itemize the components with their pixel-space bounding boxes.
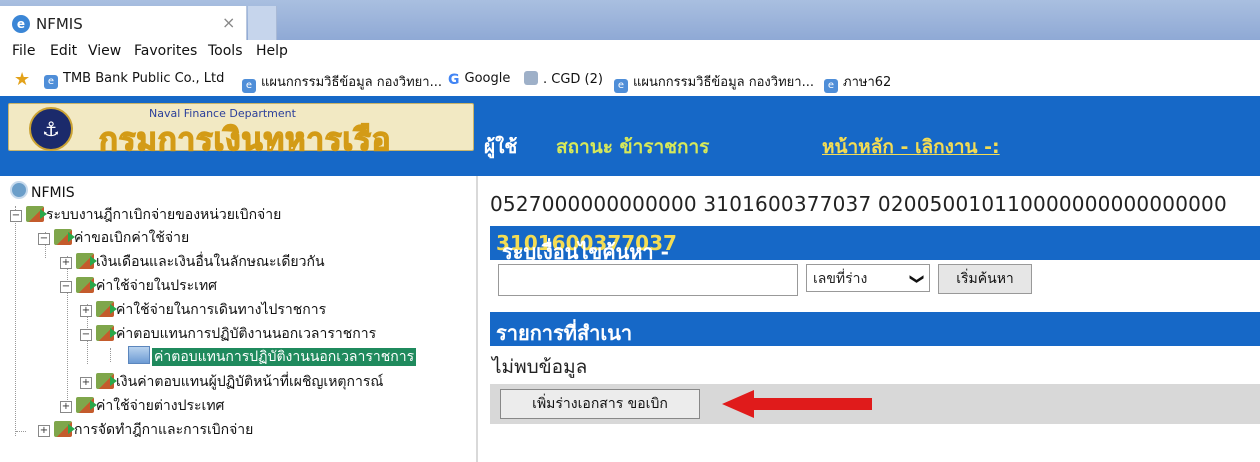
logo-title: กรมการเงินทหารเรือ [98, 121, 392, 159]
favorite-link[interactable]: e แผนกกรรมวิธีข้อมูล กองวิทยา... [242, 71, 442, 93]
expand-icon[interactable]: + [60, 257, 72, 269]
tree-node[interactable]: − ค่าตอบแทนการปฏิบัติงานนอกเวลาราชการ [80, 323, 376, 345]
collapse-icon[interactable]: − [80, 329, 92, 341]
document-id: 0527000000000000 3101600377037 020050010… [490, 192, 1227, 216]
tree-node[interactable]: − ระบบงานฎีกาเบิกจ่ายของหน่วยเบิกจ่าย [10, 204, 281, 226]
browser-title-bar: e NFMIS × [0, 0, 1260, 40]
navigation-tree: NFMIS − ระบบงานฎีกาเบิกจ่ายของหน่วยเบิกจ่… [0, 176, 478, 462]
folder-node-icon [76, 253, 97, 269]
folder-node-icon [76, 397, 97, 413]
favorite-link[interactable]: G Google [448, 71, 510, 87]
favorites-bar: ★ e TMB Bank Public Co., Ltd e แผนกกรรมวิธ… [0, 64, 1260, 96]
add-draft-button[interactable]: เพิ่มร่างเอกสาร ขอเบิก [500, 389, 700, 419]
folder-node-icon [96, 325, 117, 341]
expand-icon[interactable]: + [38, 425, 50, 437]
close-tab-icon[interactable]: × [222, 13, 235, 32]
tree-node[interactable]: + เงินค่าตอบแทนผู้ปฏิบัติหน้าที่เผชิญเหตุ… [80, 371, 383, 393]
user-status: สถานะ ข้าราชการ [556, 136, 710, 158]
search-row: เลขที่ร่าง ❯ เริ่มค้นหา [490, 260, 1260, 300]
menu-edit[interactable]: Edit [50, 43, 77, 59]
folder-node-icon [26, 206, 47, 222]
favorite-link[interactable]: . CGD (2) [524, 71, 603, 87]
new-tab-button[interactable] [248, 6, 277, 40]
collapse-icon[interactable]: − [38, 233, 50, 245]
page-icon [128, 346, 150, 364]
tree-node[interactable]: + เงินเดือนและเงินอื่นในลักษณะเดียวกัน [60, 251, 325, 273]
folder-node-icon [96, 301, 117, 317]
navy-anchor-emblem-icon: ⚓ [29, 107, 73, 151]
list-title-bar: รายการที่สำเนา [490, 312, 1260, 346]
menu-tools[interactable]: Tools [208, 43, 243, 59]
red-arrow-annotation-icon [722, 390, 872, 418]
favorite-link[interactable]: e แผนกกรรมวิธีข้อมูล กองวิทยา... [614, 71, 814, 93]
tree-node[interactable]: − ค่าใช้จ่ายในประเทศ [60, 275, 217, 297]
start-search-button[interactable]: เริ่มค้นหา [938, 264, 1032, 294]
tree-leaf-selected[interactable]: ค่าตอบแทนการปฏิบัติงานนอกเวลาราชการ [128, 346, 417, 368]
search-title-bar: ระบุเงื่อนไขค้นหา -- รหัสผู้ทำรายการ 310… [490, 226, 1260, 296]
tree-node[interactable]: + ค่าใช้จ่ายในการเดินทางไปราชการ [80, 299, 326, 321]
favorite-link[interactable]: e TMB Bank Public Co., Ltd [44, 71, 224, 89]
tree-node[interactable]: − ค่าขอเบิกค่าใช้จ่าย [38, 227, 189, 249]
nfmis-globe-icon [10, 181, 28, 199]
folder-node-icon [76, 277, 97, 293]
menu-view[interactable]: View [88, 43, 121, 59]
folder-node-icon [54, 421, 75, 437]
folder-node-icon [96, 373, 117, 389]
ie-page-icon: e [614, 79, 628, 93]
no-data-text: ไม่พบข้อมูล [492, 356, 588, 378]
tree-node[interactable]: + การจัดทำฎีกาและการเบิกจ่าย [38, 419, 253, 441]
ie-page-icon: e [44, 75, 58, 89]
menu-file[interactable]: File [12, 43, 35, 59]
chevron-down-icon: ❯ [909, 273, 926, 285]
favorites-star-icon[interactable]: ★ [14, 70, 34, 90]
home-logout-link[interactable]: หน้าหลัก - เลิกงาน -: [822, 132, 1000, 162]
expand-icon[interactable]: + [60, 401, 72, 413]
user-label: ผู้ใช้ [484, 136, 518, 158]
tree-node[interactable]: + ค่าใช้จ่ายต่างประเทศ [60, 395, 224, 417]
action-row: เพิ่มร่างเอกสาร ขอเบิก [490, 384, 1260, 424]
image-icon [524, 71, 538, 85]
list-title: รายการที่สำเนา [496, 321, 633, 345]
ie-page-icon: e [824, 79, 838, 93]
collapse-icon[interactable]: − [10, 210, 22, 222]
favorite-link[interactable]: e ภาษา62 [824, 71, 891, 93]
expand-icon[interactable]: + [80, 377, 92, 389]
expand-icon[interactable]: + [80, 305, 92, 317]
tab-title: NFMIS [36, 15, 83, 33]
folder-node-icon [54, 229, 75, 245]
search-input[interactable] [498, 264, 798, 296]
browser-tab[interactable]: e NFMIS × [0, 6, 247, 40]
ie-page-icon: e [242, 79, 256, 93]
menu-favorites[interactable]: Favorites [134, 43, 197, 59]
search-field-select[interactable]: เลขที่ร่าง ❯ [806, 264, 930, 292]
menu-help[interactable]: Help [256, 43, 288, 59]
tree-root[interactable]: NFMIS [10, 181, 75, 201]
google-icon: G [448, 72, 460, 88]
ie-logo-icon: e [12, 15, 30, 33]
naval-finance-logo: ⚓ Naval Finance Department กรมการเงินทหา… [8, 103, 474, 159]
menu-bar: File Edit View Favorites Tools Help [0, 40, 1260, 64]
collapse-icon[interactable]: − [60, 281, 72, 293]
